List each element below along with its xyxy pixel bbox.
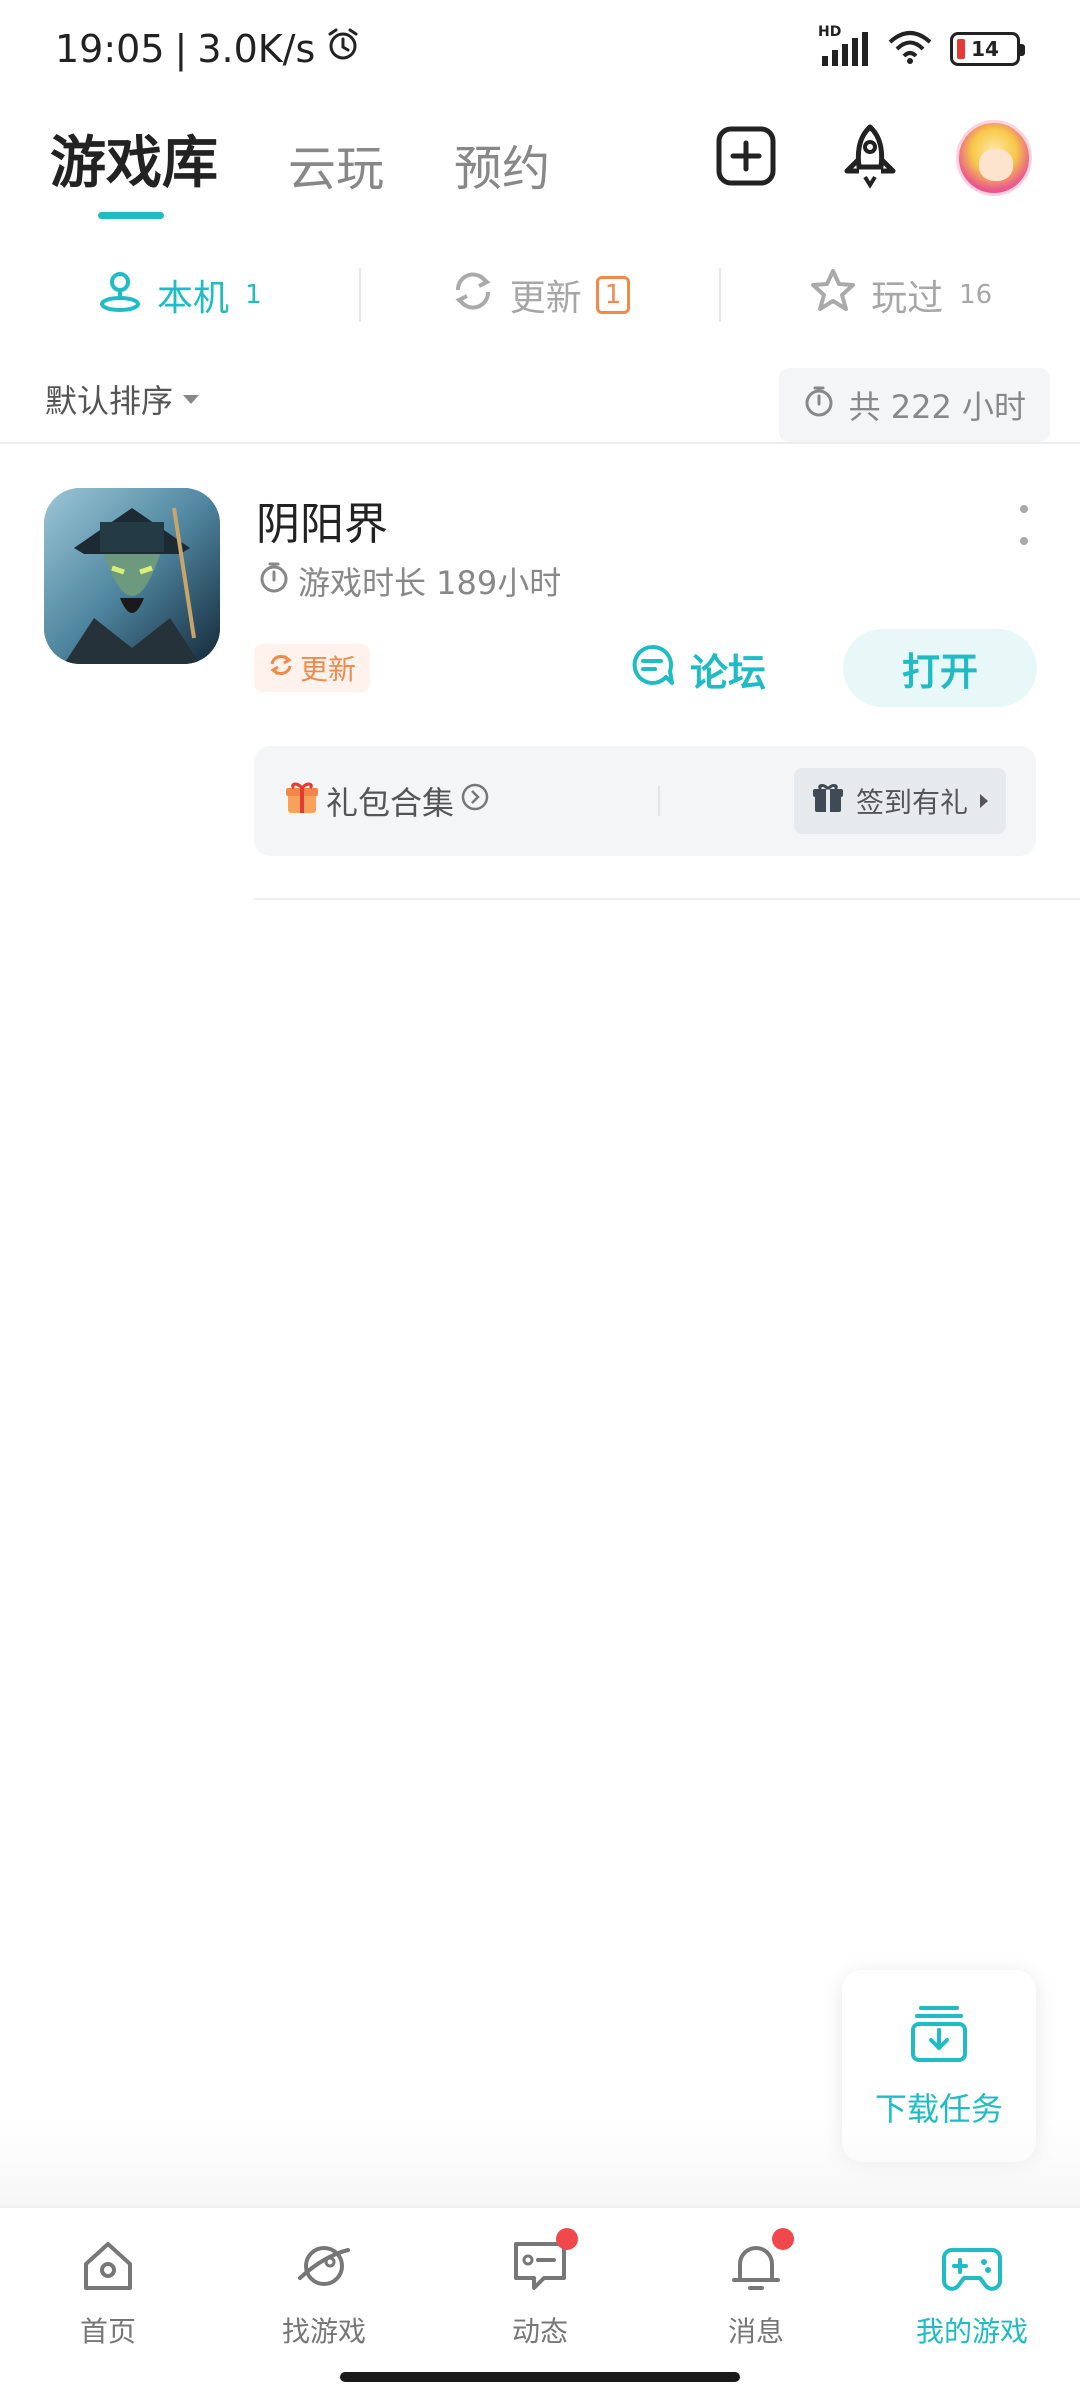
wifi-icon: [888, 30, 932, 68]
tab-played-count: 16: [959, 280, 993, 310]
add-button[interactable]: [708, 120, 784, 196]
more-dot: [1020, 505, 1028, 513]
status-bar: 19:05 | 3.0K/s HD 14: [0, 0, 1080, 105]
forum-button[interactable]: 论坛: [628, 632, 766, 706]
tab-local-count: 1: [245, 280, 262, 310]
battery-icon: 14: [950, 32, 1025, 66]
speed-up-button[interactable]: [832, 120, 908, 196]
feed-icon: [508, 2228, 578, 2298]
gamepad-icon: [940, 2234, 1004, 2298]
bell-icon: [724, 2228, 794, 2298]
tab-reservation[interactable]: 预约: [454, 129, 550, 199]
battery-level: 14: [971, 37, 999, 61]
tab-played-label: 玩过: [871, 278, 944, 319]
game-duration-label: 游戏时长 189小时: [298, 564, 562, 602]
gift-icon: [284, 779, 320, 823]
open-button[interactable]: 打开: [843, 629, 1037, 707]
chevron-right-circle-icon: [460, 782, 490, 820]
status-indicators: HD 14: [818, 24, 1025, 68]
gift-collection-label: 礼包合集: [326, 784, 455, 822]
avatar-face: [979, 149, 1013, 181]
tab-update[interactable]: 更新 1: [361, 268, 720, 323]
nav-feed-label: 动态: [511, 2315, 568, 2348]
timer-icon: [803, 385, 835, 425]
avatar[interactable]: [956, 120, 1032, 196]
refresh-icon: [268, 652, 294, 685]
rocket-icon: [837, 123, 903, 193]
item-separator: [254, 898, 1080, 900]
bottom-nav: 首页 找游戏 动态 消息 我的游戏: [0, 2206, 1080, 2400]
total-play-time: 共 222 小时: [778, 368, 1050, 442]
gift-divider: [658, 786, 660, 816]
caret-right-icon: [980, 794, 988, 808]
tab-cloud-play[interactable]: 云玩: [288, 129, 384, 199]
download-tray-icon: [907, 2002, 971, 2070]
notification-dot: [556, 2228, 578, 2250]
notification-dot: [772, 2228, 794, 2250]
active-tab-indicator: [98, 212, 164, 219]
gift-collection-link[interactable]: 礼包合集: [284, 746, 490, 856]
status-separator: |: [174, 26, 188, 71]
game-icon[interactable]: [44, 488, 220, 664]
nav-home-label: 首页: [79, 2315, 136, 2348]
more-options-button[interactable]: [1014, 505, 1034, 545]
refresh-icon: [450, 268, 496, 323]
sort-label: 默认排序: [45, 382, 174, 420]
total-time-label: 共 222 小时: [848, 388, 1026, 426]
forum-icon: [628, 641, 676, 698]
plus-square-icon: [715, 125, 777, 191]
forum-label: 论坛: [690, 650, 767, 695]
nav-messages-label: 消息: [727, 2315, 784, 2348]
more-dot: [1020, 537, 1028, 545]
status-time-group: 19:05 | 3.0K/s: [55, 26, 361, 71]
sub-tabs: 本机 1 更新 1 玩过 16: [0, 250, 1080, 340]
top-tabs: 游戏库 云玩 预约: [50, 118, 550, 199]
gift-bar: 礼包合集 签到有礼: [254, 746, 1036, 856]
star-icon: [809, 267, 857, 324]
tab-local[interactable]: 本机 1: [0, 268, 359, 323]
divider: [0, 442, 1080, 444]
local-device-icon: [97, 268, 143, 323]
timer-icon: [258, 561, 290, 601]
battery-fill: [957, 39, 965, 59]
update-label: 更新: [300, 653, 357, 686]
home-icon: [76, 2234, 140, 2298]
network-speed: 3.0K/s: [197, 26, 316, 71]
caret-down-icon: [183, 394, 200, 404]
hd-label: HD: [818, 24, 842, 40]
gift-box-icon: [812, 782, 844, 821]
status-time: 19:05: [55, 26, 165, 71]
top-actions: [708, 120, 1032, 196]
tab-update-count: 1: [595, 276, 631, 314]
tab-local-label: 本机: [157, 278, 230, 319]
home-indicator: [340, 2372, 740, 2382]
tab-played[interactable]: 玩过 16: [721, 267, 1080, 324]
bottom-fade: [0, 2120, 1080, 2210]
nav-home[interactable]: 首页: [0, 2208, 216, 2400]
tab-game-library[interactable]: 游戏库: [50, 118, 218, 199]
tab-update-label: 更新: [509, 278, 582, 319]
sort-dropdown[interactable]: 默认排序: [45, 376, 200, 422]
signin-reward-label: 签到有礼: [855, 786, 968, 819]
signin-reward-button[interactable]: 签到有礼: [793, 768, 1006, 834]
game-duration: 游戏时长 189小时: [258, 558, 561, 604]
nav-my-games-label: 我的游戏: [915, 2315, 1028, 2348]
nav-find-games-label: 找游戏: [281, 2315, 366, 2348]
alarm-icon: [325, 26, 361, 71]
signal-icon: HD: [818, 24, 870, 66]
nav-my-games[interactable]: 我的游戏: [864, 2208, 1080, 2400]
game-title[interactable]: 阴阳界: [256, 488, 388, 552]
game-artwork: [44, 488, 220, 664]
sort-row: 默认排序 共 222 小时: [0, 360, 1080, 442]
planet-icon: [292, 2234, 356, 2298]
update-badge[interactable]: 更新: [254, 644, 371, 692]
